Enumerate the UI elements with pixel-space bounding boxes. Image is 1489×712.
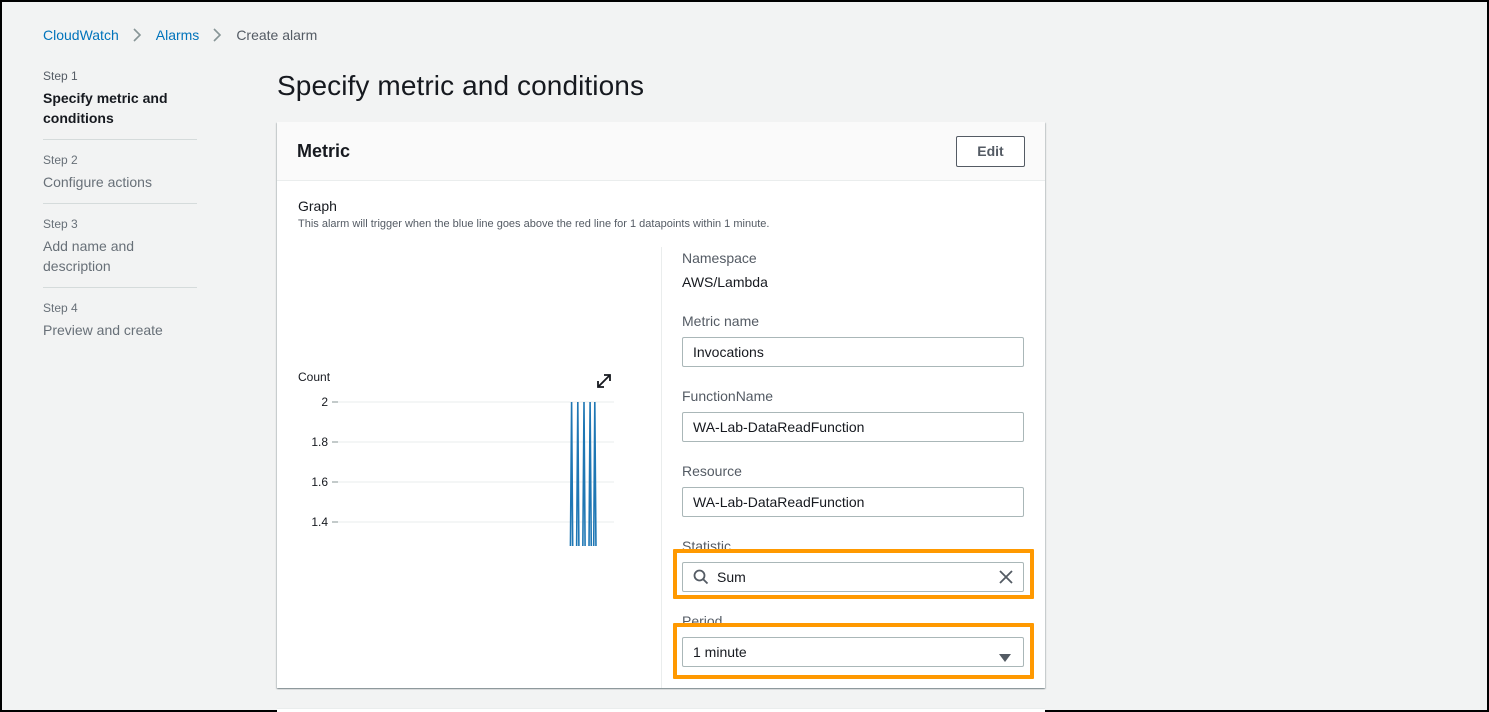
period-value: 1 minute [693, 644, 747, 660]
y-tick-label: 2 [321, 395, 328, 409]
function-name-input[interactable]: WA-Lab-DataReadFunction [682, 412, 1024, 442]
next-panel-edge [277, 708, 1045, 712]
graph-title: Graph [298, 198, 337, 214]
period-select[interactable]: 1 minute [682, 637, 1024, 667]
breadcrumb-cloudwatch-link[interactable]: CloudWatch [43, 27, 119, 43]
graph-description: This alarm will trigger when the blue li… [298, 218, 770, 230]
chevron-right-icon [133, 28, 142, 42]
step-4: Step 4 Preview and create [43, 301, 197, 351]
metric-chart: Count21.81.61.41.2116:0017:0018:00Invoca… [277, 246, 657, 651]
metric-name-field: Metric name Invocations [682, 312, 1024, 367]
chevron-right-icon [213, 28, 222, 42]
step-title: Configure actions [43, 174, 152, 190]
step-title: Specify metric and conditions [43, 90, 168, 126]
panel-header: Metric Edit [277, 122, 1045, 181]
resource-label: Resource [682, 463, 742, 479]
step-title: Preview and create [43, 322, 163, 338]
metric-name-label: Metric name [682, 313, 760, 329]
step-1: Step 1 Specify metric and conditions [43, 69, 197, 140]
chart-svg: Count21.81.61.41.2116:0017:0018:00Invoca… [298, 370, 614, 651]
panel-title: Metric [297, 140, 351, 161]
y-tick-label: 1.6 [311, 475, 328, 489]
breadcrumb-current: Create alarm [236, 27, 318, 43]
search-icon [693, 569, 709, 588]
statistic-input[interactable]: Sum [682, 562, 1024, 592]
page-title: Specify metric and conditions [277, 70, 645, 101]
close-icon[interactable] [999, 570, 1013, 587]
namespace-value: AWS/Lambda [682, 274, 768, 290]
step-number: Step 4 [43, 301, 78, 315]
metric-name-input[interactable]: Invocations [682, 337, 1024, 367]
edit-button[interactable]: Edit [956, 135, 1025, 167]
function-name-label: FunctionName [682, 388, 774, 404]
step-number: Step 3 [43, 217, 78, 231]
function-name-field: FunctionName WA-Lab-DataReadFunction [682, 387, 1024, 442]
step-3: Step 3 Add name and description [43, 217, 197, 288]
step-number: Step 1 [43, 69, 78, 83]
step-number: Step 2 [43, 153, 78, 167]
series-line-invocations [340, 401, 601, 603]
namespace-field: Namespace AWS/Lambda [682, 249, 1024, 290]
period-field: Period 1 minute [682, 612, 1024, 667]
breadcrumb-alarms-link[interactable]: Alarms [156, 27, 200, 43]
y-tick-label: 1.4 [311, 515, 328, 529]
y-tick-label: 1.8 [311, 435, 328, 449]
step-title: Add name and description [43, 238, 135, 274]
statistic-field: Statistic Sum [682, 537, 1024, 592]
breadcrumb: CloudWatch Alarms Create alarm [43, 27, 317, 43]
expand-icon[interactable] [597, 374, 611, 388]
resource-input[interactable]: WA-Lab-DataReadFunction [682, 487, 1024, 517]
period-label: Period [682, 613, 723, 629]
resource-value: WA-Lab-DataReadFunction [693, 494, 865, 510]
metric-panel: Metric Edit Graph This alarm will trigge… [277, 122, 1045, 688]
resource-field: Resource WA-Lab-DataReadFunction [682, 462, 1024, 517]
function-name-value: WA-Lab-DataReadFunction [693, 419, 865, 435]
y-axis-label: Count [298, 370, 331, 384]
metric-name-value: Invocations [693, 344, 764, 360]
column-divider [661, 247, 662, 688]
metric-fields: Namespace AWS/Lambda Metric name Invocat… [682, 249, 1024, 667]
statistic-label: Statistic [682, 538, 732, 554]
step-2: Step 2 Configure actions [43, 153, 197, 204]
caret-down-icon [999, 649, 1011, 665]
wizard-steps: Step 1 Specify metric and conditions Ste… [43, 69, 197, 364]
statistic-value: Sum [717, 569, 746, 585]
namespace-label: Namespace [682, 250, 757, 266]
